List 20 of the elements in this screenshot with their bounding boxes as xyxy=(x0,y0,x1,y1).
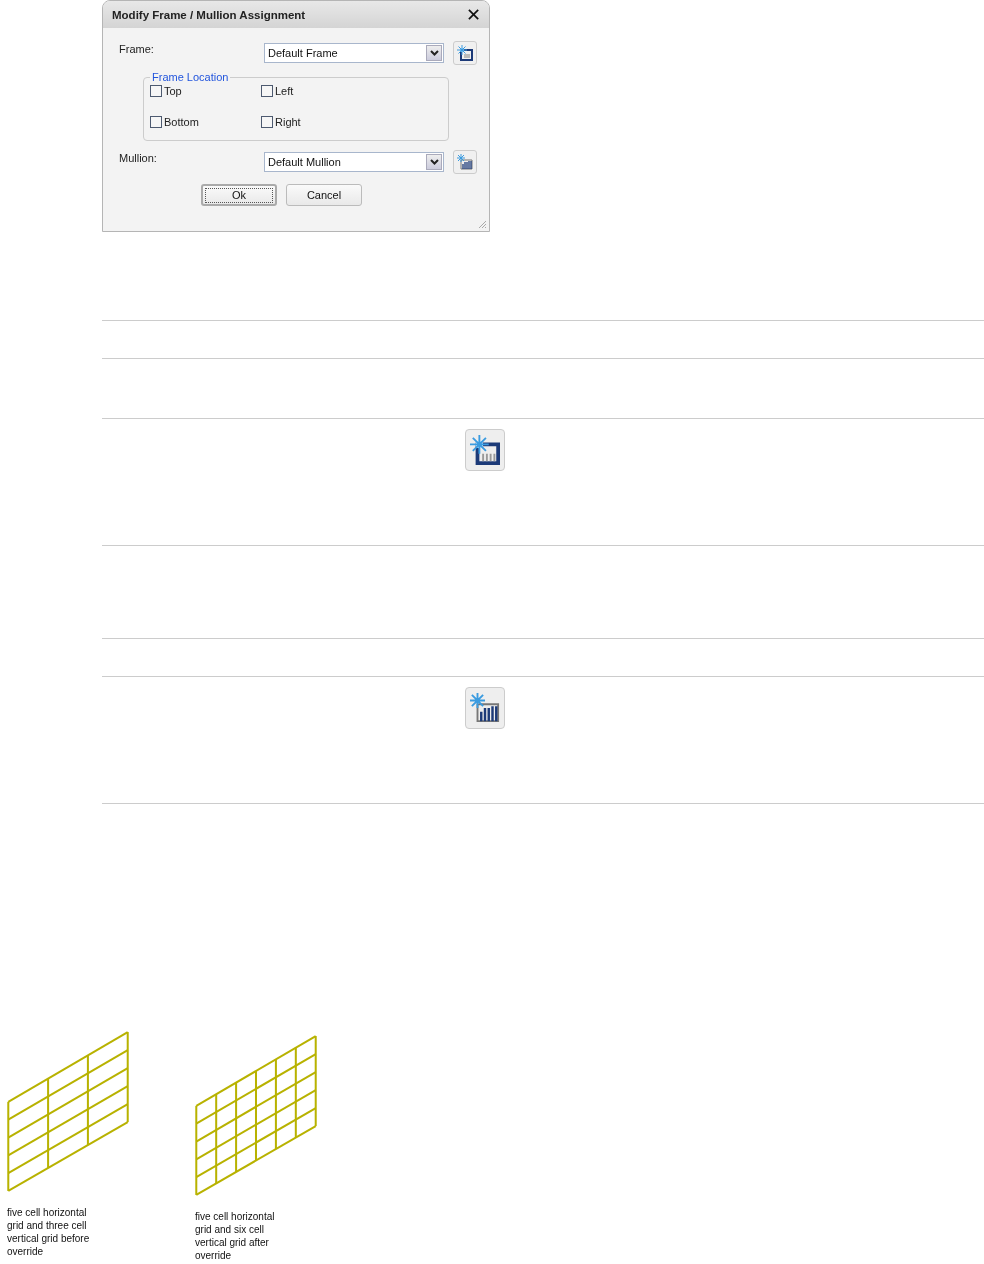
mullion-dropdown[interactable]: Default Mullion xyxy=(264,152,444,172)
checkbox-option[interactable]: Right xyxy=(261,116,361,128)
window-title: Modify Frame / Mullion Assignment xyxy=(112,8,306,21)
ok-button[interactable]: Ok xyxy=(201,184,277,206)
close-button[interactable]: ✕ xyxy=(466,4,481,25)
mullion-icon-button[interactable] xyxy=(453,150,477,174)
frame-dropdown[interactable]: Default Frame xyxy=(264,43,444,63)
checkbox-option[interactable]: Top xyxy=(150,85,261,97)
checkbox-option[interactable]: Left xyxy=(261,85,361,97)
cancel-button[interactable]: Cancel xyxy=(286,184,362,206)
caret-icon xyxy=(429,50,439,56)
field-label: Mullion: xyxy=(119,152,158,164)
group-legend: Frame Location xyxy=(150,71,231,83)
frame-icon-button[interactable] xyxy=(453,41,477,65)
caret-icon xyxy=(429,159,439,165)
checkbox-option[interactable]: Bottom xyxy=(150,116,261,128)
figure-caption: five cell horizontal grid and three cell vertical grid before override xyxy=(7,1206,91,1258)
field-label: Frame: xyxy=(119,43,155,55)
resize-grip-icon[interactable] xyxy=(477,219,487,229)
figure-caption: five cell horizontal grid and six cell vertical grid after override xyxy=(195,1210,276,1262)
